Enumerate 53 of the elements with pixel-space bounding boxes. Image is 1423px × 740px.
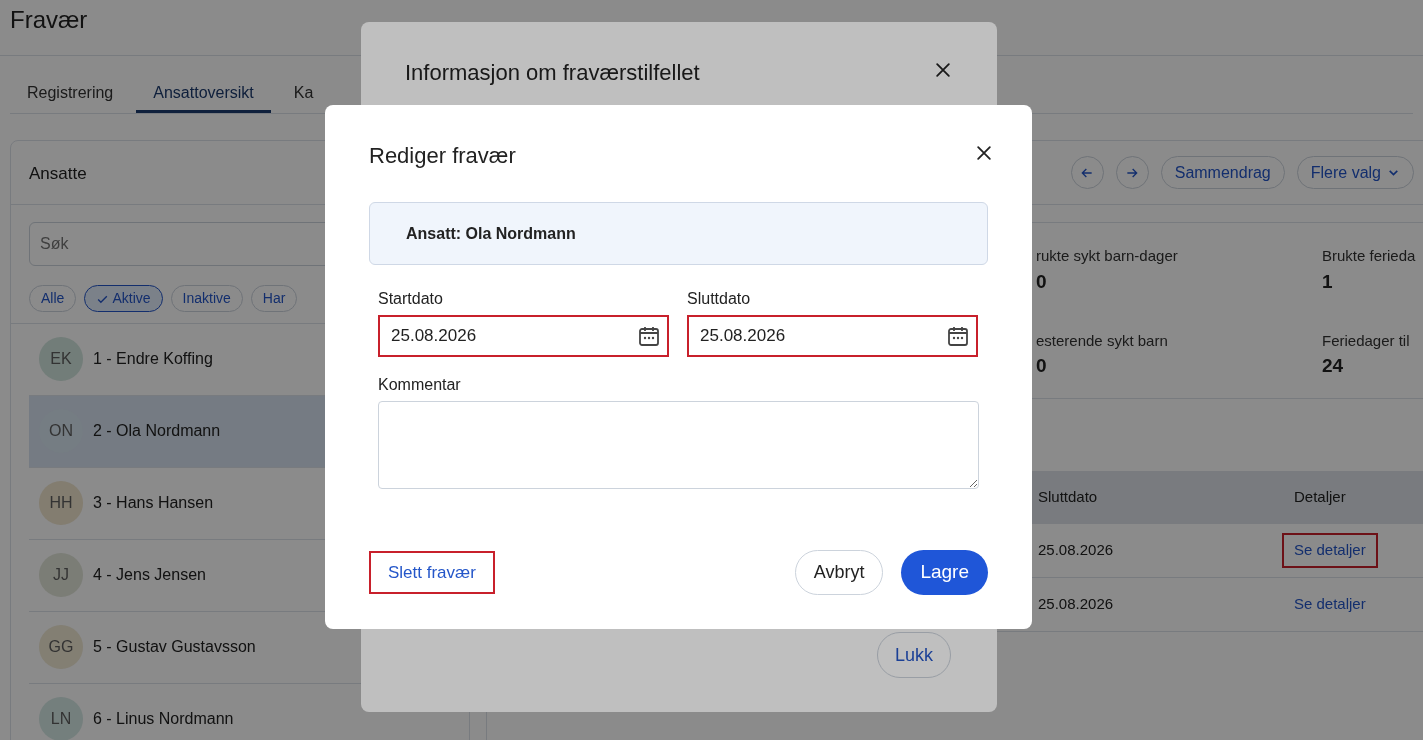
column-header: Sluttdato	[1038, 488, 1098, 506]
stat-value: 0	[1036, 354, 1048, 378]
avatar: LN	[39, 697, 83, 740]
save-button[interactable]: Lagre	[901, 550, 988, 595]
tab[interactable]: Ka	[276, 70, 331, 113]
employee-info: Ansatt: Ola Nordmann	[369, 202, 988, 265]
forward-button[interactable]	[1115, 156, 1149, 189]
toolbar-button[interactable]: Sammendrag	[1160, 156, 1285, 189]
page-title: Fravær	[10, 6, 89, 35]
cancel-button[interactable]: Avbryt	[794, 550, 884, 595]
stat-value: 0	[1036, 269, 1048, 294]
field-label: Kommentar	[378, 375, 462, 395]
close-icon	[933, 60, 953, 80]
comment-field[interactable]	[378, 401, 979, 489]
details-link[interactable]: Se detaljer	[1282, 587, 1378, 622]
dialog-title: Informasjon om fraværstilfellet	[405, 59, 700, 87]
table-cell-text: 25.08.2026	[1038, 540, 1115, 561]
employee-name: 2 - Ola Nordmann	[93, 421, 221, 442]
calendar-icon	[946, 324, 970, 348]
back-button[interactable]	[1070, 156, 1104, 189]
filter-chip[interactable]: Aktive	[84, 285, 163, 312]
stat-label: rukte sykt barn-dager	[1036, 246, 1179, 266]
field-label: Sluttdato	[687, 289, 752, 309]
employee-name: 4 - Jens Jensen	[93, 565, 206, 586]
avatar: JJ	[39, 553, 83, 598]
employee-name: 1 - Endre Koffing	[93, 349, 213, 370]
stat-value: 24	[1322, 354, 1345, 378]
employee-name: 3 - Hans Hansen	[93, 493, 214, 514]
employee-name: 6 - Linus Nordmann	[93, 709, 234, 730]
tab[interactable]: Registrering	[10, 70, 131, 113]
field-label: Startdato	[378, 289, 444, 309]
delete-button[interactable]: Slett fravær	[369, 551, 495, 594]
toolbar-button[interactable]: Flere valg	[1296, 156, 1414, 189]
date-field[interactable]: 25.08.2026	[687, 315, 978, 357]
close-dialog-button[interactable]: Lukk	[877, 632, 952, 678]
close-icon	[974, 143, 994, 163]
avatar: EK	[39, 337, 83, 382]
avatar: HH	[39, 481, 83, 526]
avatar: GG	[39, 625, 83, 670]
stat-label: Brukte ferieda	[1322, 246, 1417, 266]
filter-chip[interactable]: Har	[250, 285, 298, 312]
date-field[interactable]: 25.08.2026	[378, 315, 669, 357]
filter-chip[interactable]: Alle	[29, 285, 77, 312]
stat-value: 1	[1322, 269, 1334, 294]
stat-label: Feriedager til	[1322, 330, 1411, 351]
table-cell-text: 25.08.2026	[1038, 594, 1115, 615]
calendar-icon	[637, 324, 661, 348]
stat-label: esterende sykt barn	[1036, 330, 1169, 351]
column-header: Detaljer	[1294, 488, 1346, 506]
tab[interactable]: Ansattoversikt	[136, 70, 271, 113]
filter-chip[interactable]: Inaktive	[170, 285, 243, 312]
details-link[interactable]: Se detaljer	[1282, 533, 1378, 568]
employee-name: 5 - Gustav Gustavsson	[93, 637, 256, 658]
